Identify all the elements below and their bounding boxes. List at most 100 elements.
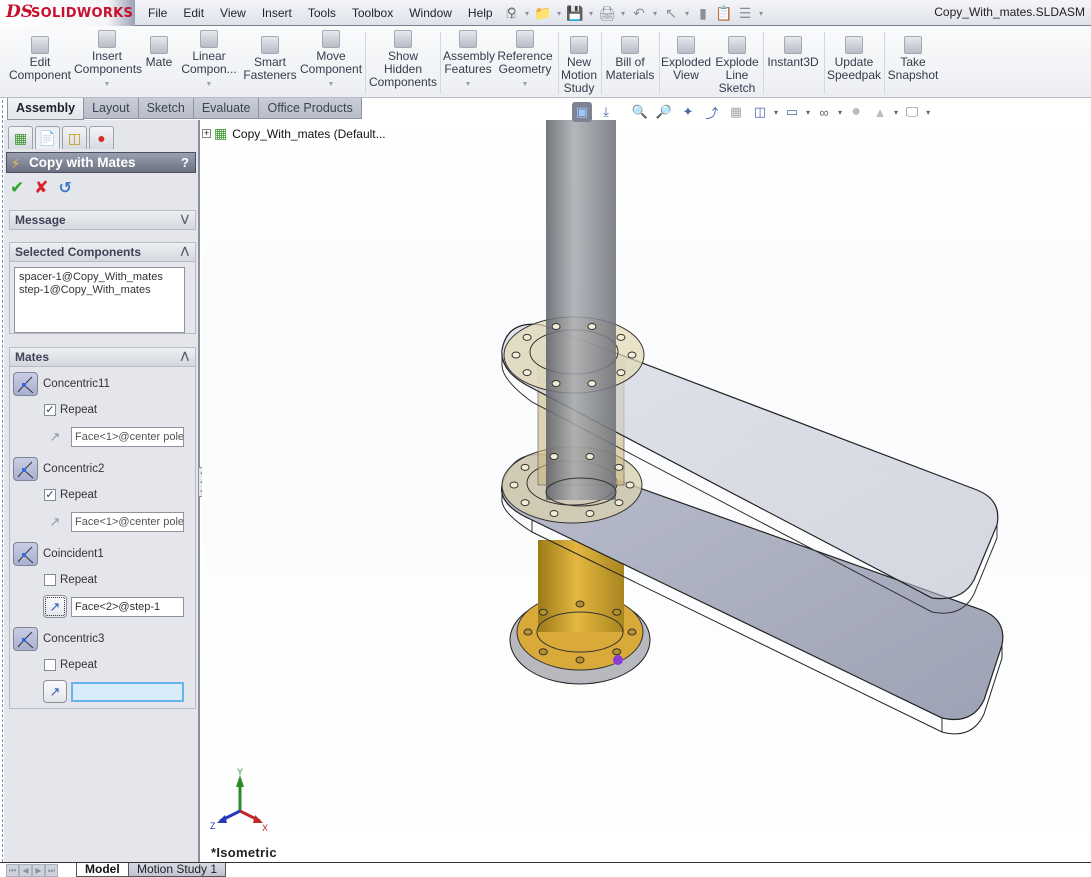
tab-assembly[interactable]: Assembly xyxy=(7,98,85,120)
tab-evaluate[interactable]: Evaluate xyxy=(192,98,260,119)
checkbox-checked[interactable]: ✓ xyxy=(44,489,56,501)
zoom-to-fit-icon[interactable]: 🔍 xyxy=(630,102,650,122)
menu-tools[interactable]: Tools xyxy=(300,6,344,20)
dropdown-arrow-icon[interactable]: ▾ xyxy=(774,108,778,117)
instant3d-button[interactable]: Instant3D xyxy=(765,26,821,98)
cancel-x-icon[interactable]: ✘ xyxy=(34,178,48,198)
save-icon[interactable]: 💾 xyxy=(566,4,584,22)
undo-dropdown[interactable]: ▾ xyxy=(651,9,659,18)
save-dropdown[interactable]: ▾ xyxy=(587,9,595,18)
tab-layout[interactable]: Layout xyxy=(83,98,139,119)
configuration-manager-tab[interactable]: ◫ xyxy=(62,126,87,149)
zoom-to-area-icon[interactable]: 🔎 xyxy=(654,102,674,122)
normal-to-icon[interactable]: ⤓ xyxy=(596,102,616,122)
mates-group-header[interactable]: Mates ⋀ xyxy=(10,348,195,367)
apply-scene-icon[interactable]: ▲ xyxy=(870,102,890,122)
previous-tab-icon[interactable]: ◀ xyxy=(19,864,32,877)
chevron-up-icon[interactable]: ⋀ xyxy=(181,348,189,366)
assembly-features-button[interactable]: Assembly Features ▼ xyxy=(443,26,495,98)
bill-of-materials-button[interactable]: Bill of Materials xyxy=(603,26,657,98)
center-pole[interactable] xyxy=(545,120,617,507)
display-style-icon[interactable]: ▭ xyxy=(782,102,802,122)
list-item[interactable]: spacer-1@Copy_With_mates xyxy=(19,271,180,284)
checkbox-unchecked[interactable] xyxy=(44,659,56,671)
repeat-checkbox[interactable]: ✓ Repeat xyxy=(44,404,97,416)
repeat-checkbox[interactable]: Repeat xyxy=(44,659,97,671)
take-snapshot-button[interactable]: Take Snapshot xyxy=(886,26,940,98)
new-document-icon[interactable]: □ xyxy=(502,4,520,22)
options-dropdown[interactable]: ▾ xyxy=(757,9,765,18)
hide-show-items-icon[interactable]: ∞ xyxy=(814,102,834,122)
rebuild-icon[interactable]: ▮ xyxy=(694,4,712,22)
view-orientation-cube-icon[interactable]: ▣ xyxy=(572,102,592,122)
dropdown-arrow-icon[interactable]: ▼ xyxy=(74,78,140,91)
file-properties-icon[interactable]: 📋 xyxy=(715,4,733,22)
assembly-3d-model[interactable] xyxy=(202,120,1091,862)
smart-fasteners-button[interactable]: Smart Fasteners xyxy=(242,26,298,98)
open-dropdown[interactable]: ▾ xyxy=(555,9,563,18)
back-undo-icon[interactable]: ↺ xyxy=(59,178,72,198)
expand-toggle[interactable]: + xyxy=(202,129,211,138)
repeat-checkbox[interactable]: Repeat xyxy=(44,574,97,586)
menu-file[interactable]: File xyxy=(140,6,175,20)
message-group-header[interactable]: Message ⋁ xyxy=(10,211,195,230)
exploded-view-button[interactable]: Exploded View xyxy=(661,26,711,98)
checkbox-checked[interactable]: ✓ xyxy=(44,404,56,416)
help-button[interactable]: ? xyxy=(181,153,189,172)
linear-pattern-button[interactable]: Linear Compon... ▼ xyxy=(178,26,240,98)
feature-manager-tab[interactable]: ▦ xyxy=(8,126,33,149)
tab-motion-study[interactable]: Motion Study 1 xyxy=(128,863,227,877)
tab-model[interactable]: Model xyxy=(76,863,129,877)
dropdown-arrow-icon[interactable]: ▾ xyxy=(894,108,898,117)
view-settings-icon[interactable]: 🖵 xyxy=(902,102,922,122)
new-motion-study-button[interactable]: New Motion Study xyxy=(560,26,598,98)
mate-reference-field[interactable]: Face<2>@step-1 xyxy=(71,597,184,617)
dropdown-arrow-icon[interactable]: ▾ xyxy=(838,108,842,117)
mate-reference-field-empty[interactable] xyxy=(71,682,184,702)
options-icon[interactable]: ☰ xyxy=(736,4,754,22)
undo-icon[interactable]: ↶ xyxy=(630,4,648,22)
dropdown-arrow-icon[interactable]: ▼ xyxy=(300,78,362,91)
explode-line-sketch-button[interactable]: Explode Line Sketch xyxy=(713,26,761,98)
graphics-viewport[interactable]: + ▦ Copy_With_mates (Default... Y X Z *I… xyxy=(202,120,1091,862)
view-orientation-icon[interactable]: ◫ xyxy=(750,102,770,122)
menu-insert[interactable]: Insert xyxy=(254,6,300,20)
print-dropdown[interactable]: ▾ xyxy=(619,9,627,18)
select-cursor-icon[interactable]: ↖ xyxy=(662,4,680,22)
print-icon[interactable]: 🖨 xyxy=(598,4,616,22)
dropdown-arrow-icon[interactable]: ▼ xyxy=(496,78,554,91)
dropdown-arrow-icon[interactable]: ▾ xyxy=(926,108,930,117)
solidworks-logo[interactable]: DS SOLIDWORKS xyxy=(0,0,135,26)
previous-view-icon[interactable]: ✦ xyxy=(678,102,698,122)
section-view-icon[interactable]: ▦ xyxy=(726,102,746,122)
dropdown-arrow-icon[interactable]: ▼ xyxy=(443,78,493,91)
menu-toolbox[interactable]: Toolbox xyxy=(344,6,401,20)
menu-view[interactable]: View xyxy=(212,6,254,20)
insert-components-button[interactable]: Insert Components ▼ xyxy=(74,26,142,98)
display-manager-tab[interactable]: ● xyxy=(89,126,114,149)
selection-arrow-button[interactable]: ↗ xyxy=(43,680,67,703)
repeat-checkbox[interactable]: ✓ Repeat xyxy=(44,489,97,501)
select-dropdown[interactable]: ▾ xyxy=(683,9,691,18)
checkbox-unchecked[interactable] xyxy=(44,574,56,586)
menu-help[interactable]: Help xyxy=(460,6,501,20)
property-manager-tab[interactable]: 📄 xyxy=(35,126,60,149)
ok-check-icon[interactable]: ✔ xyxy=(10,178,24,198)
list-item[interactable]: step-1@Copy_With_mates xyxy=(19,284,180,297)
selection-arrow-button[interactable]: ↗ xyxy=(43,595,67,618)
menu-edit[interactable]: Edit xyxy=(175,6,212,20)
reference-geometry-button[interactable]: Reference Geometry ▼ xyxy=(496,26,554,98)
chevron-up-icon[interactable]: ⋀ xyxy=(181,243,189,261)
first-tab-icon[interactable]: ⏮ xyxy=(6,864,19,877)
tab-sketch[interactable]: Sketch xyxy=(137,98,194,119)
chevron-down-icon[interactable]: ⋁ xyxy=(181,211,189,229)
dynamic-annotation-icon[interactable]: ⤴ xyxy=(702,102,722,122)
dropdown-arrow-icon[interactable]: ▾ xyxy=(806,108,810,117)
new-dropdown[interactable]: ▾ xyxy=(523,9,531,18)
open-folder-icon[interactable]: 📁 xyxy=(534,4,552,22)
selected-components-list[interactable]: spacer-1@Copy_With_mates step-1@Copy_Wit… xyxy=(14,267,185,333)
tree-root-label[interactable]: Copy_With_mates (Default... xyxy=(232,127,385,141)
mate-button[interactable]: Mate xyxy=(142,26,176,98)
next-tab-icon[interactable]: ▶ xyxy=(32,864,45,877)
show-hidden-button[interactable]: Show Hidden Components xyxy=(368,26,438,98)
